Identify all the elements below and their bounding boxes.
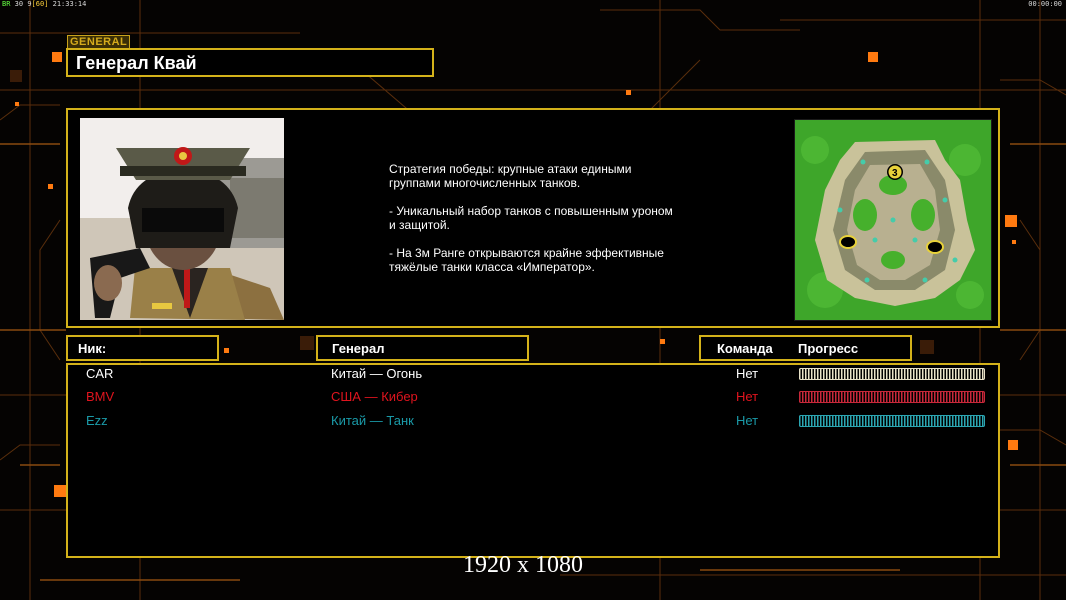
general-tag: GENERAL: [67, 35, 131, 49]
player-general: Китай — Огонь: [331, 366, 423, 381]
general-title: Генерал Квай: [76, 53, 197, 73]
column-header-general: Генерал: [316, 335, 529, 361]
player-row: Ezz Китай — Танк Нет: [0, 411, 1066, 431]
column-progress-label: Прогресс: [798, 341, 859, 356]
player-row: CAR Китай — Огонь Нет: [0, 364, 1066, 384]
fps-cap-b: 60: [35, 0, 45, 8]
player-team: Нет: [736, 389, 759, 404]
column-header-team-progress: Команда Прогресс: [699, 335, 912, 361]
clock: 21:33:14: [52, 0, 87, 8]
player-row: BMV США — Кибер Нет: [0, 387, 1066, 407]
player-progress-bar: [799, 415, 985, 427]
player-team: Нет: [736, 413, 759, 428]
player-progress-bar: [799, 368, 985, 380]
fps-counter: BR 30 9[60] 21:33:14: [2, 0, 87, 8]
fps-label: BR: [2, 0, 11, 8]
player-progress-bar: [799, 391, 985, 403]
player-general: Китай — Танк: [331, 413, 414, 428]
player-general: США — Кибер: [331, 389, 418, 404]
description-line-1: Стратегия победы: крупные атаки едиными …: [389, 162, 632, 190]
player-team: Нет: [736, 366, 759, 381]
minimap: 3: [794, 119, 992, 321]
player-nick: BMV: [86, 389, 115, 404]
fps-value: 30: [14, 0, 24, 8]
description-line-2: - Уникальный набор танков с повышенным у…: [389, 204, 673, 232]
general-portrait: [80, 118, 284, 320]
player-nick: Ezz: [86, 413, 108, 428]
strategy-description: Стратегия победы: крупные атаки едиными …: [389, 162, 719, 288]
map-player-count: 3: [892, 168, 898, 179]
game-timer: 00:00:00: [1028, 0, 1062, 8]
column-nick-label: Ник:: [78, 341, 107, 356]
resolution-label: 1920 x 1080: [463, 552, 583, 578]
description-line-3: - На 3м Ранге открываются крайне эффекти…: [389, 246, 664, 274]
column-team-label: Команда: [717, 341, 773, 356]
player-nick: CAR: [86, 366, 114, 381]
title-box: Генерал Квай: [66, 48, 434, 77]
column-general-label: Генерал: [332, 341, 385, 356]
column-header-nick: Ник:: [66, 335, 219, 361]
